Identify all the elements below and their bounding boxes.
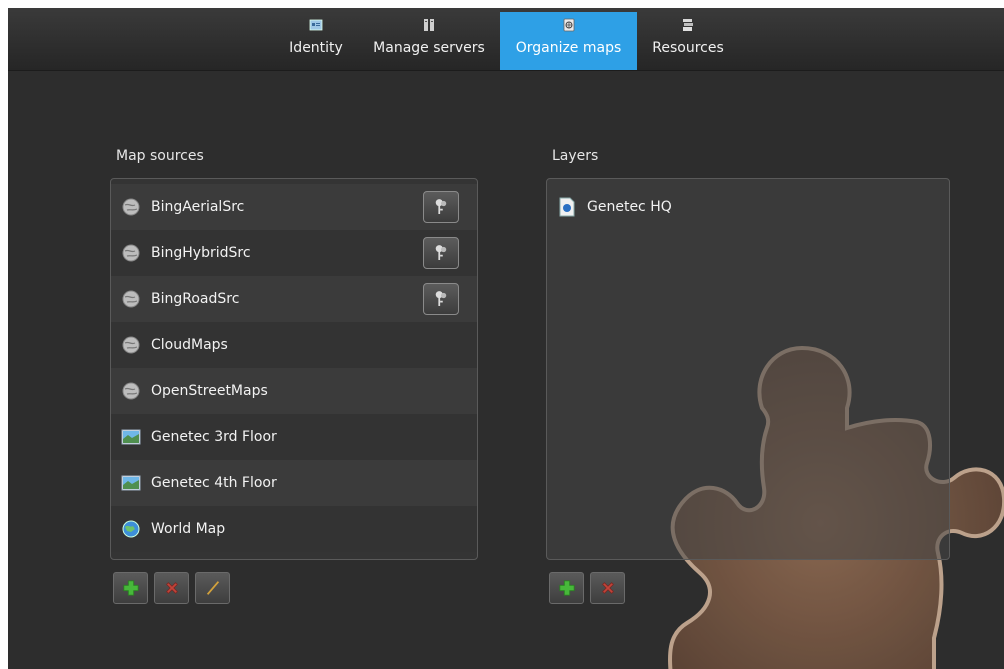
key-button[interactable] [423, 191, 459, 223]
list-item-genetec-hq[interactable]: Genetec HQ [547, 184, 949, 230]
list-item-genetec-3rd-floor[interactable]: Genetec 3rd Floor [111, 414, 477, 460]
list-item-world-map[interactable]: World Map [111, 506, 477, 552]
tab-resources[interactable]: Resources [644, 12, 732, 70]
globe-gray-icon [122, 336, 140, 354]
edit-icon [206, 581, 219, 595]
add-icon [558, 580, 575, 596]
tab-label: Manage servers [373, 40, 485, 56]
delete-layer-button[interactable] [590, 572, 625, 604]
key-button[interactable] [423, 237, 459, 269]
list-item-bingaerialsrc[interactable]: BingAerialSrc [111, 184, 477, 230]
image-map-icon [121, 475, 141, 491]
delete-map-source-button[interactable] [154, 572, 189, 604]
add-icon [122, 580, 139, 596]
servers-icon [424, 19, 434, 31]
identity-icon [309, 19, 323, 31]
map-sources-list: BingAerialSrc BingHybridSrc BingRoadSrc … [110, 178, 478, 560]
edit-map-source-button[interactable] [195, 572, 230, 604]
globe-color-icon [122, 520, 140, 538]
tab-label: Organize maps [515, 40, 622, 56]
globe-gray-icon [122, 244, 140, 262]
top-tab-bar: Identity Manage servers Organize maps Re… [8, 8, 1004, 71]
list-item-label: Genetec 4th Floor [151, 475, 277, 491]
list-item-label: BingAerialSrc [151, 199, 245, 215]
layer-document-icon [559, 197, 575, 217]
list-item-label: BingHybridSrc [151, 245, 251, 261]
maps-icon [563, 18, 574, 32]
key-button[interactable] [423, 283, 459, 315]
tab-label: Identity [289, 40, 343, 56]
layers-title: Layers [552, 148, 599, 164]
delete-icon [165, 582, 178, 594]
globe-gray-icon [122, 382, 140, 400]
tab-manage-servers[interactable]: Manage servers [365, 12, 493, 70]
globe-gray-icon [122, 290, 140, 308]
list-item-label: BingRoadSrc [151, 291, 240, 307]
globe-gray-icon [122, 198, 140, 216]
list-item-label: Genetec HQ [587, 199, 672, 215]
list-item-label: CloudMaps [151, 337, 228, 353]
list-item-bingroadsrc[interactable]: BingRoadSrc [111, 276, 477, 322]
list-item-binghybridsrc[interactable]: BingHybridSrc [111, 230, 477, 276]
list-item-label: World Map [151, 521, 226, 537]
key-icon [435, 245, 447, 260]
map-sources-title: Map sources [116, 148, 204, 164]
list-item-cloudmaps[interactable]: CloudMaps [111, 322, 477, 368]
list-item-openstreetmaps[interactable]: OpenStreetMaps [111, 368, 477, 414]
key-icon [435, 291, 447, 306]
layers-list: Genetec HQ [546, 178, 950, 560]
add-map-source-button[interactable] [113, 572, 148, 604]
list-item-label: Genetec 3rd Floor [151, 429, 277, 445]
add-layer-button[interactable] [549, 572, 584, 604]
tab-identity[interactable]: Identity [278, 12, 354, 70]
delete-icon [601, 582, 614, 594]
resources-icon [683, 19, 693, 31]
list-item-genetec-4th-floor[interactable]: Genetec 4th Floor [111, 460, 477, 506]
list-item-label: OpenStreetMaps [151, 383, 268, 399]
tab-organize-maps[interactable]: Organize maps [500, 12, 637, 70]
app-window: Identity Manage servers Organize maps Re… [8, 8, 1004, 669]
tab-label: Resources [652, 40, 724, 56]
image-map-icon [121, 429, 141, 445]
key-icon [435, 199, 447, 214]
